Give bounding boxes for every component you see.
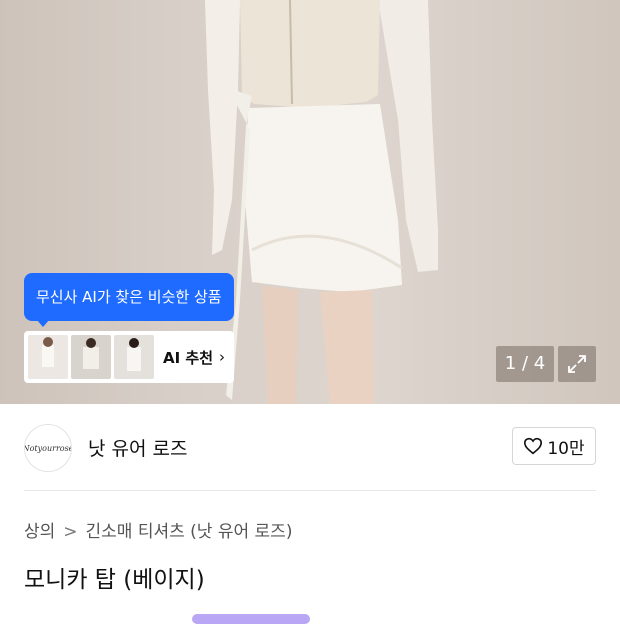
brand-row: Notyourrose 낫 유어 로즈 10만 [24, 422, 596, 472]
brand-name[interactable]: 낫 유어 로즈 [88, 434, 187, 461]
heart-icon [524, 437, 543, 455]
expand-icon [568, 355, 586, 373]
brand-logo[interactable]: Notyourrose [24, 424, 72, 472]
ai-recommend-label: AI 추천 [163, 348, 214, 367]
similar-product-thumb-1[interactable] [28, 335, 68, 379]
breadcrumb-separator: > [63, 522, 78, 542]
like-button[interactable]: 10만 [512, 427, 596, 465]
product-image-carousel[interactable]: 무신사 AI가 찾은 비슷한 상품 AI 추천 › 1 / 4 [0, 0, 620, 404]
tooltip-pointer [36, 319, 50, 327]
breadcrumb-subcategory[interactable]: 긴소매 티셔츠 (낫 유어 로즈) [86, 522, 293, 542]
brand-logo-text: Notyourrose [24, 443, 72, 453]
product-title: 모니카 탑 (베이지) [24, 567, 205, 593]
divider [24, 490, 596, 491]
breadcrumb: 상의 > 긴소매 티셔츠 (낫 유어 로즈) [24, 517, 292, 542]
like-count: 10만 [547, 438, 585, 459]
partial-badge [192, 614, 310, 624]
chevron-right-icon: › [219, 348, 226, 366]
similar-product-thumb-3[interactable] [114, 335, 154, 379]
ai-similar-tooltip: 무신사 AI가 찾은 비슷한 상품 [24, 273, 234, 321]
ai-recommend-button[interactable]: AI 추천 › [24, 331, 234, 383]
expand-button[interactable] [558, 346, 596, 382]
similar-product-thumb-2[interactable] [71, 335, 111, 379]
breadcrumb-category[interactable]: 상의 [24, 522, 55, 542]
image-counter: 1 / 4 [496, 346, 554, 382]
